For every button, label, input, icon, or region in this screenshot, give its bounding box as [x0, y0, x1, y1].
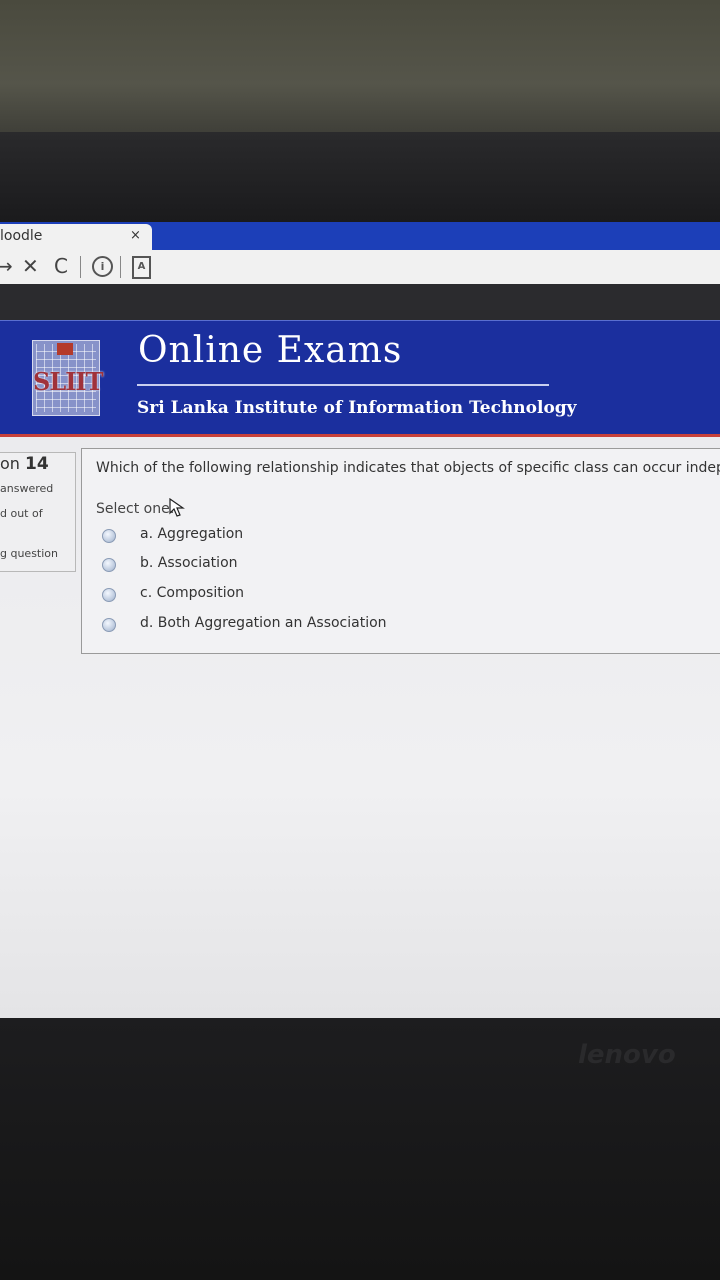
- radio-button[interactable]: [102, 558, 116, 572]
- title-divider: [137, 384, 549, 386]
- background-wall: [0, 0, 720, 140]
- answer-option-c[interactable]: c. Composition: [102, 585, 422, 605]
- answer-option-d[interactable]: d. Both Aggregation an Association: [102, 615, 422, 635]
- option-label: b. Association: [140, 555, 238, 571]
- bookmarks-bar: [0, 284, 720, 320]
- browser-tab[interactable]: loodle ×: [0, 224, 152, 250]
- tab-close-icon[interactable]: ×: [130, 228, 141, 243]
- option-label: d. Both Aggregation an Association: [140, 615, 387, 631]
- toolbar-divider: [80, 256, 81, 278]
- question-status: answered: [0, 482, 54, 495]
- logo-text: SLIIT: [33, 367, 104, 396]
- radio-button[interactable]: [102, 588, 116, 602]
- question-text: Which of the following relationship indi…: [96, 460, 720, 476]
- flag-question-link[interactable]: g question: [0, 547, 58, 560]
- tab-title: loodle: [0, 228, 43, 244]
- forward-arrow-icon[interactable]: →: [0, 254, 13, 278]
- answer-option-a[interactable]: a. Aggregation: [102, 526, 422, 546]
- answer-option-b[interactable]: b. Association: [102, 555, 422, 575]
- sliit-logo[interactable]: SLIIT: [32, 340, 104, 416]
- question-number: on 14: [0, 454, 49, 474]
- photo-scene: loodle × → ✕ C i A SLIIT Online Exams Sr…: [0, 0, 720, 1280]
- question-marks: d out of: [0, 507, 43, 520]
- site-title: Online Exams: [138, 330, 403, 371]
- select-one-label: Select one:: [96, 501, 175, 517]
- question-number-value: 14: [25, 454, 49, 474]
- radio-button[interactable]: [102, 529, 116, 543]
- logo-emblem-icon: [57, 343, 73, 355]
- reload-icon[interactable]: C: [54, 254, 68, 278]
- browser-window: loodle × → ✕ C i A SLIIT Online Exams Sr…: [0, 222, 720, 1020]
- option-label: a. Aggregation: [140, 526, 244, 542]
- question-number-prefix: on: [0, 454, 20, 473]
- monitor-bezel-top: [0, 132, 720, 224]
- radio-button[interactable]: [102, 618, 116, 632]
- mouse-cursor-icon: [169, 498, 185, 517]
- site-subtitle: Sri Lanka Institute of Information Techn…: [137, 398, 577, 418]
- tab-strip: loodle ×: [0, 222, 720, 250]
- toolbar-divider: [120, 256, 121, 278]
- option-label: c. Composition: [140, 585, 245, 601]
- site-info-icon[interactable]: i: [92, 256, 113, 277]
- brand-logo: lenovo: [578, 1040, 676, 1070]
- stop-icon[interactable]: ✕: [22, 254, 39, 278]
- reader-mode-icon[interactable]: A: [132, 256, 151, 279]
